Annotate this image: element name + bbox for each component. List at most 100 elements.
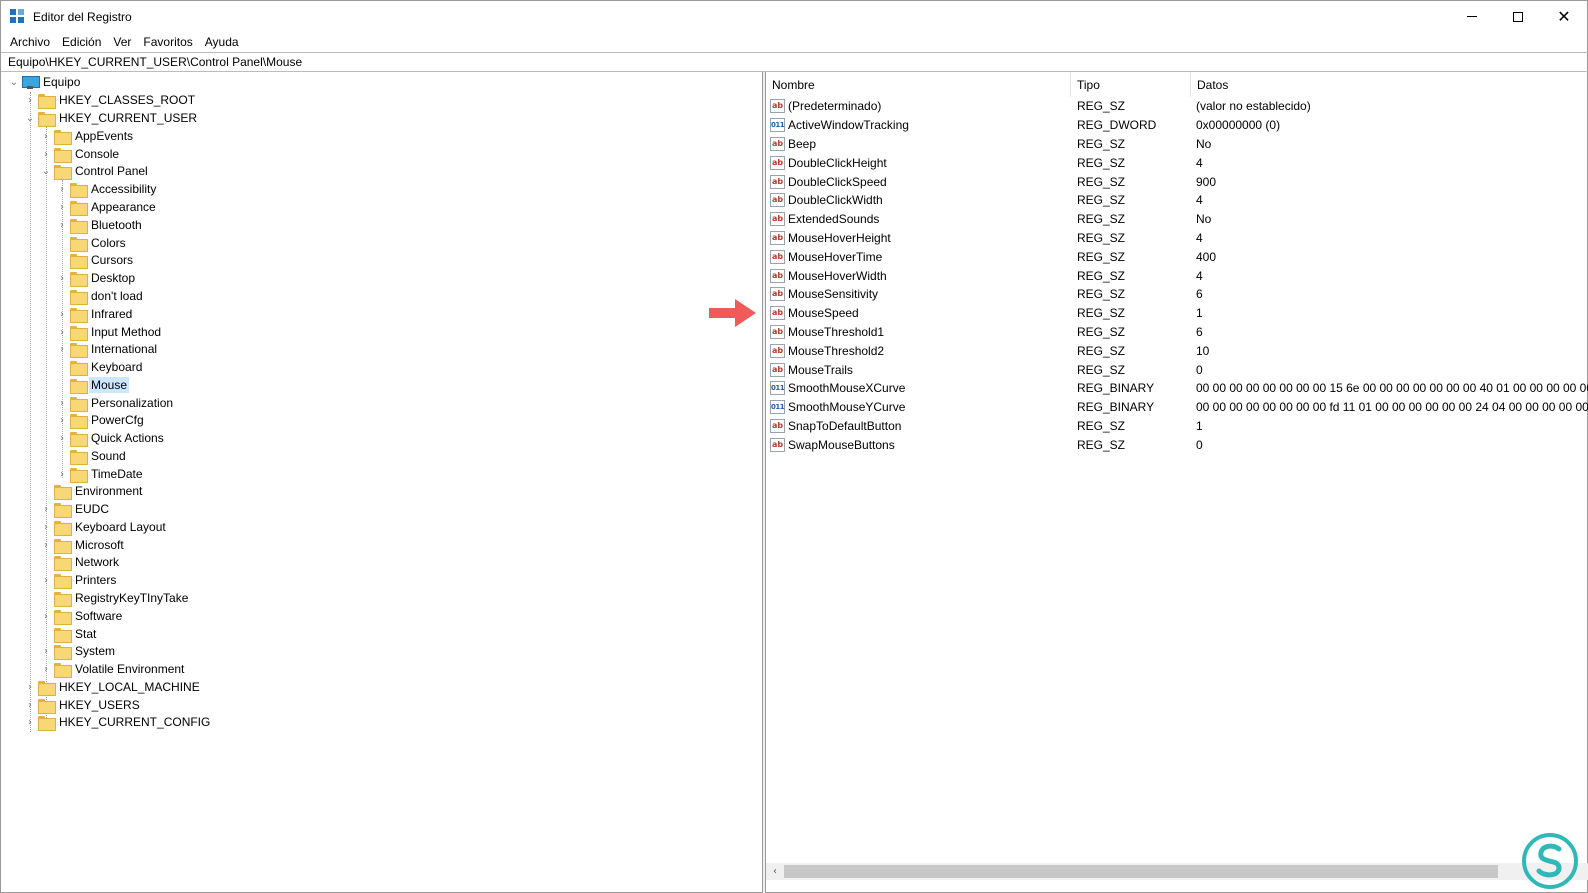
maximize-button[interactable] [1495, 1, 1541, 32]
tree-item-system[interactable]: › System [40, 642, 117, 660]
chevron-down-icon[interactable]: ⌄ [24, 109, 36, 127]
table-row[interactable]: ab MouseHoverWidth REG_SZ 4 [766, 266, 1588, 285]
chevron-right-icon[interactable]: › [40, 536, 52, 554]
cell-name: ab MouseThreshold2 [766, 343, 1071, 358]
close-button[interactable]: ✕ [1541, 1, 1587, 32]
tree-item-keyboard[interactable]: Keyboard [56, 358, 144, 376]
tree-item-quick-actions[interactable]: › Quick Actions [56, 429, 166, 447]
chevron-down-icon[interactable]: ⌄ [8, 73, 20, 91]
tree-item-stat[interactable]: Stat [40, 625, 98, 643]
chevron-right-icon[interactable]: › [56, 394, 68, 412]
tree-item-equipo[interactable]: ⌄ Equipo [8, 73, 82, 91]
tree-item-dont-load[interactable]: don't load [56, 287, 145, 305]
chevron-right-icon[interactable]: › [56, 411, 68, 429]
tree-item-desktop[interactable]: › Desktop [56, 269, 137, 287]
chevron-right-icon[interactable]: › [56, 465, 68, 483]
chevron-right-icon[interactable]: › [56, 305, 68, 323]
table-row[interactable]: ab MouseHoverTime REG_SZ 400 [766, 247, 1588, 266]
chevron-right-icon[interactable]: › [40, 642, 52, 660]
tree-item-cursors[interactable]: Cursors [56, 251, 135, 269]
chevron-right-icon[interactable]: › [40, 145, 52, 163]
tree-item-keyboard-layout[interactable]: › Keyboard Layout [40, 518, 168, 536]
chevron-right-icon[interactable]: › [56, 180, 68, 198]
tree-item-hkey-local-machine[interactable]: › HKEY_LOCAL_MACHINE [24, 678, 202, 696]
tree-item-hkey-classes-root[interactable]: › HKEY_CLASSES_ROOT [24, 91, 197, 109]
scrollbar-thumb[interactable] [784, 865, 1498, 878]
table-row[interactable]: ab MouseSensitivity REG_SZ 6 [766, 285, 1588, 304]
tree-item-powercfg[interactable]: › PowerCfg [56, 411, 146, 429]
table-row[interactable]: ab MouseThreshold2 REG_SZ 10 [766, 341, 1588, 360]
menu-ayuda[interactable]: Ayuda [199, 35, 245, 49]
tree-item-sound[interactable]: Sound [56, 447, 128, 465]
tree-item-appevents[interactable]: › AppEvents [40, 127, 135, 145]
tree-item-timedate[interactable]: › TimeDate [56, 465, 145, 483]
table-row[interactable]: ab ExtendedSounds REG_SZ No [766, 210, 1588, 229]
chevron-right-icon[interactable]: › [40, 571, 52, 589]
tree-item-mouse[interactable]: Mouse [56, 376, 130, 394]
chevron-right-icon[interactable]: › [40, 500, 52, 518]
chevron-right-icon[interactable]: › [24, 696, 36, 714]
tree-item-software[interactable]: › Software [40, 607, 124, 625]
tree-item-microsoft[interactable]: › Microsoft [40, 536, 126, 554]
table-row[interactable]: ab MouseSpeed REG_SZ 1 [766, 304, 1588, 323]
table-row[interactable]: ab MouseTrails REG_SZ 0 [766, 360, 1588, 379]
chevron-right-icon[interactable]: › [24, 678, 36, 696]
table-row[interactable]: ab MouseThreshold1 REG_SZ 6 [766, 323, 1588, 342]
chevron-right-icon[interactable]: › [24, 713, 36, 731]
table-row[interactable]: 011 SmoothMouseXCurve REG_BINARY 00 00 00 0… [766, 379, 1588, 398]
tree-item-control-panel[interactable]: ⌄ Control Panel [40, 162, 150, 180]
tree-item-appearance[interactable]: › Appearance [56, 198, 158, 216]
table-row[interactable]: 011 ActiveWindowTracking REG_DWORD 0x000000… [766, 116, 1588, 135]
tree-item-environment[interactable]: Environment [40, 482, 144, 500]
tree-item-accessibility[interactable]: › Accessibility [56, 180, 158, 198]
address-path[interactable]: Equipo\HKEY_CURRENT_USER\Control Panel\M… [8, 55, 302, 69]
chevron-right-icon[interactable]: › [40, 660, 52, 678]
chevron-right-icon[interactable]: › [40, 518, 52, 536]
table-row[interactable]: ab DoubleClickWidth REG_SZ 4 [766, 191, 1588, 210]
column-header-tipo[interactable]: Tipo [1071, 72, 1191, 97]
table-row[interactable]: ab SwapMouseButtons REG_SZ 0 [766, 435, 1588, 454]
chevron-right-icon[interactable]: › [40, 607, 52, 625]
tree-item-input-method[interactable]: › Input Method [56, 323, 163, 341]
chevron-right-icon[interactable]: › [56, 269, 68, 287]
tree-item-hkey-users[interactable]: › HKEY_USERS [24, 696, 142, 714]
scroll-left-icon[interactable]: ‹ [768, 863, 782, 880]
table-row[interactable]: 011 SmoothMouseYCurve REG_BINARY 00 00 00 0… [766, 398, 1588, 417]
table-row[interactable]: ab (Predeterminado) REG_SZ (valor no establ… [766, 97, 1588, 116]
table-row[interactable]: ab SnapToDefaultButton REG_SZ 1 [766, 417, 1588, 436]
chevron-right-icon[interactable]: › [56, 198, 68, 216]
column-header-datos[interactable]: Datos [1191, 72, 1588, 97]
tree-item-console[interactable]: › Console [40, 145, 121, 163]
tree-item-printers[interactable]: › Printers [40, 571, 118, 589]
menu-favoritos[interactable]: Favoritos [137, 35, 198, 49]
chevron-right-icon[interactable]: › [24, 91, 36, 109]
tree-item-eudc[interactable]: › EUDC [40, 500, 111, 518]
chevron-right-icon[interactable]: › [56, 323, 68, 341]
chevron-right-icon[interactable]: › [56, 429, 68, 447]
table-row[interactable]: ab DoubleClickHeight REG_SZ 4 [766, 153, 1588, 172]
table-row[interactable]: ab MouseHoverHeight REG_SZ 4 [766, 229, 1588, 248]
table-row[interactable]: ab Beep REG_SZ No [766, 135, 1588, 154]
tree-item-hkey-current-user[interactable]: ⌄ HKEY_CURRENT_USER [24, 109, 199, 127]
horizontal-scrollbar[interactable]: ‹ [766, 863, 1588, 880]
address-bar[interactable]: Equipo\HKEY_CURRENT_USER\Control Panel\M… [1, 52, 1588, 72]
tree-item-bluetooth[interactable]: › Bluetooth [56, 216, 144, 234]
tree-item-colors[interactable]: Colors [56, 234, 128, 252]
tree-item-network[interactable]: Network [40, 553, 121, 571]
chevron-down-icon[interactable]: ⌄ [40, 162, 52, 180]
chevron-right-icon[interactable]: › [56, 340, 68, 358]
menu-ver[interactable]: Ver [107, 35, 137, 49]
tree-item-international[interactable]: › International [56, 340, 159, 358]
column-header-nombre[interactable]: Nombre [766, 72, 1071, 97]
tree-item-volatile-environment[interactable]: › Volatile Environment [40, 660, 186, 678]
tree-item-hkey-current-config[interactable]: › HKEY_CURRENT_CONFIG [24, 713, 212, 731]
table-row[interactable]: ab DoubleClickSpeed REG_SZ 900 [766, 172, 1588, 191]
tree-item-personalization[interactable]: › Personalization [56, 394, 175, 412]
tree-item-infrared[interactable]: › Infrared [56, 305, 134, 323]
chevron-right-icon[interactable]: › [56, 216, 68, 234]
minimize-button[interactable] [1449, 1, 1495, 32]
chevron-right-icon[interactable]: › [40, 127, 52, 145]
menu-edicion[interactable]: Edición [56, 35, 107, 49]
menu-archivo[interactable]: Archivo [4, 35, 56, 49]
tree-item-registrykeytinytake[interactable]: RegistryKeyTInyTake [40, 589, 190, 607]
